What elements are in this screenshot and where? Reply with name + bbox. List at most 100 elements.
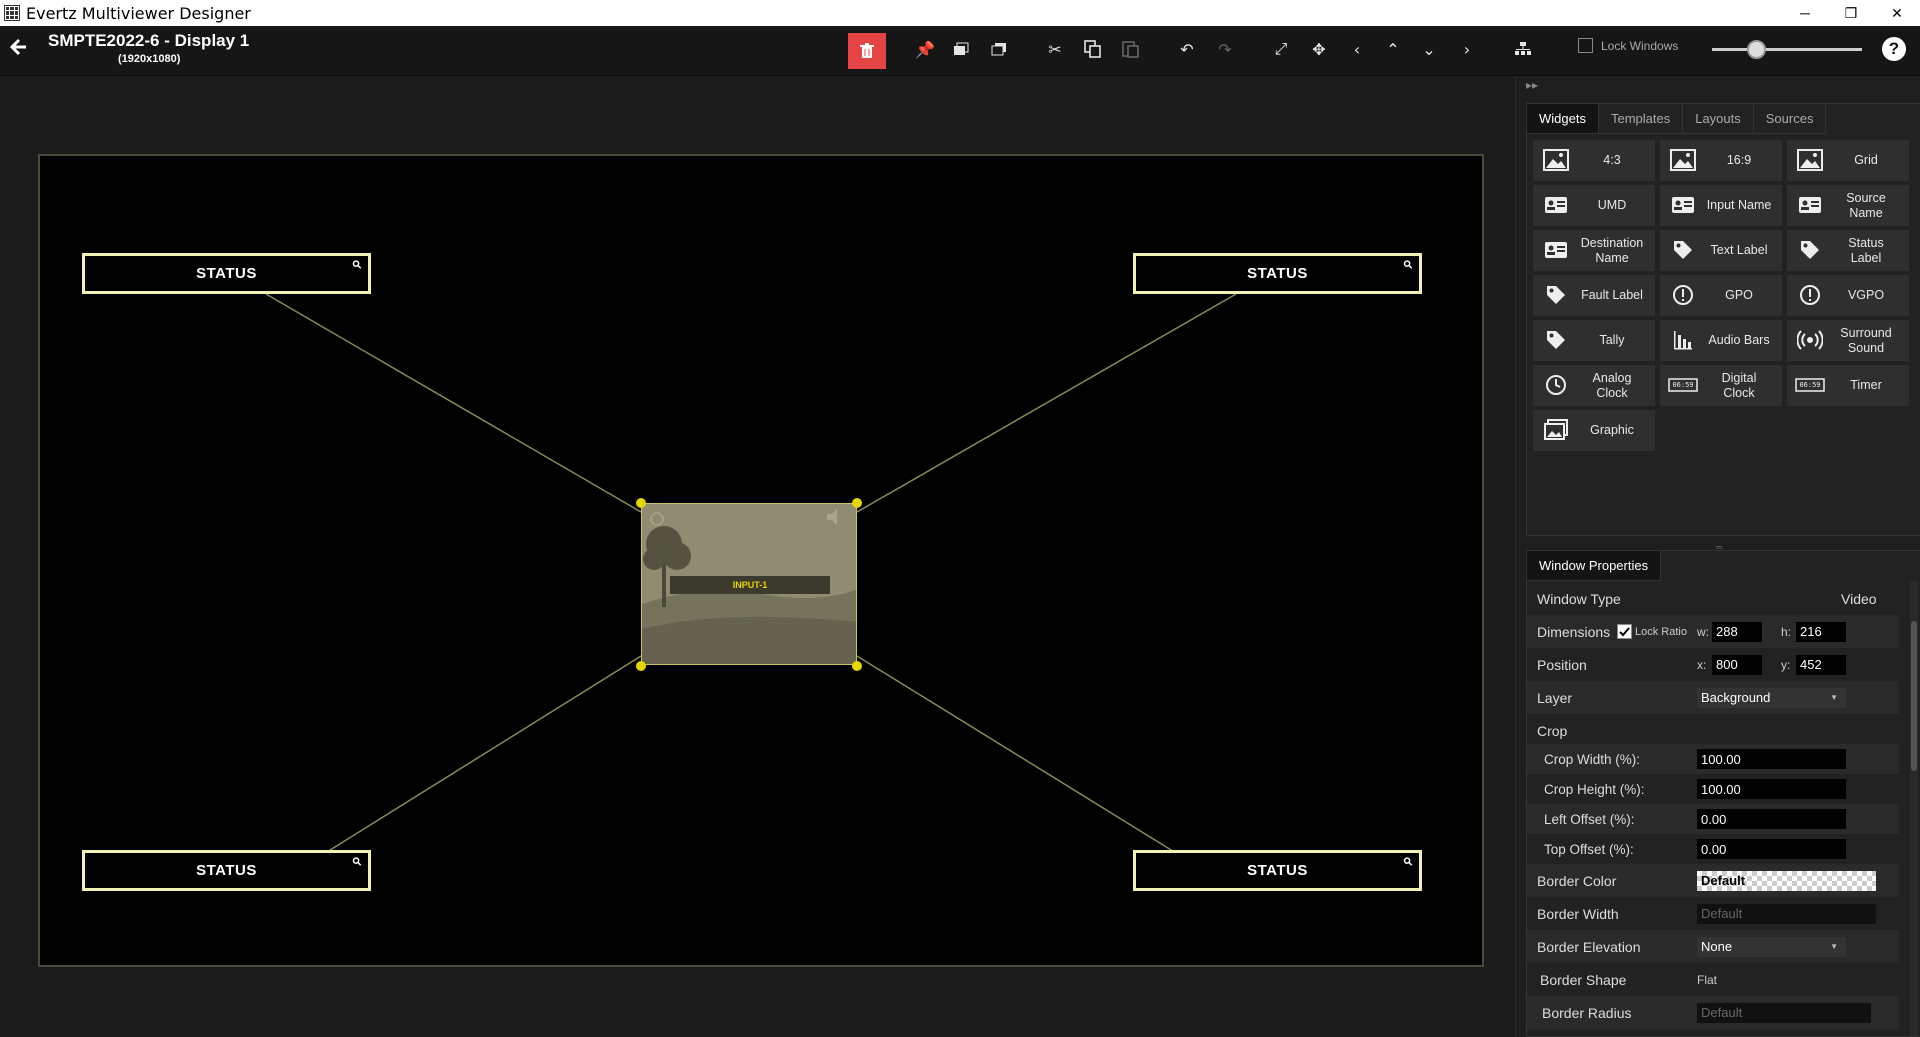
widget-tile-grid[interactable]: Grid [1787,140,1909,181]
border-radius-input[interactable]: Default [1697,1002,1871,1023]
bring-forward-button[interactable] [946,34,976,64]
undo-icon: ↶ [1180,39,1194,59]
collapse-panel-button[interactable]: ▸▸ [1526,78,1538,92]
maximize-button[interactable]: ❐ [1828,0,1874,26]
broadcast-icon [1795,328,1825,352]
widget-tile-status-label[interactable]: Status Label [1787,230,1909,271]
widget-tile-graphic[interactable]: Graphic [1533,410,1655,451]
display-canvas[interactable]: STATUS ⚲ STATUS ⚲ STATUS ⚲ STATUS ⚲ INPU… [38,154,1484,967]
back-button[interactable] [9,38,32,62]
y-label: y: [1781,657,1791,672]
position-row: Position x: 800 y: 452 [1527,648,1899,681]
widget-tile-text-label[interactable]: Text Label [1660,230,1782,271]
widget-tile-source-name[interactable]: Source Name [1787,185,1909,226]
status-widget-top-right[interactable]: STATUS ⚲ [1133,253,1422,294]
network-button[interactable] [1508,34,1538,64]
tab-templates[interactable]: Templates [1598,104,1684,134]
status-widget-top-left[interactable]: STATUS ⚲ [82,253,371,294]
digital-readout: 06:59 [1672,381,1694,389]
redo-button[interactable]: ↷ [1210,34,1240,64]
crop-width-label: Crop Width (%): [1544,751,1641,767]
y-input[interactable]: 452 [1796,654,1846,675]
widget-tile-gpo[interactable]: GPO [1660,275,1782,316]
border-color-picker[interactable]: Default [1697,870,1876,891]
minimize-button[interactable]: ─ [1782,0,1828,26]
id-card-icon [1668,193,1698,217]
resize-handle-top-left[interactable] [636,498,646,508]
tab-widgets[interactable]: Widgets [1527,104,1599,134]
dropdown-arrow-icon: ▼ [1830,942,1838,951]
nudge-left-button[interactable]: ‹ [1342,34,1372,64]
widget-tile-surround-sound[interactable]: Surround Sound [1787,320,1909,361]
crop-width-input[interactable]: 100.00 [1697,749,1846,769]
resize-handle-bottom-left[interactable] [636,661,646,671]
width-input[interactable]: 288 [1712,621,1762,642]
video-window-input-1[interactable]: INPUT-1 [641,503,857,665]
widget-tile-input-name[interactable]: Input Name [1660,185,1782,226]
widget-tile-label: Destination Name [1580,235,1644,265]
border-shape-label: Border Shape [1540,971,1627,988]
widget-tile-label: Source Name [1846,190,1886,220]
widget-tile-label: Grid [1854,153,1878,167]
nudge-right-button[interactable]: › [1452,34,1482,64]
left-offset-label: Left Offset (%): [1544,811,1635,827]
clock-icon [1541,373,1571,397]
widget-tile-destination-name[interactable]: Destination Name [1533,230,1655,271]
nudge-up-button[interactable]: ⌃ [1378,34,1408,64]
expand-button[interactable]: ⤢ [1266,34,1296,64]
send-backward-button[interactable] [984,34,1014,64]
status-widget-bottom-right[interactable]: STATUS ⚲ [1133,850,1422,891]
move-button[interactable]: ✥ [1304,34,1334,64]
zoom-slider[interactable] [1712,40,1862,59]
app-grid-icon [4,5,20,21]
tab-layouts[interactable]: Layouts [1683,104,1754,134]
widget-tile-43[interactable]: 4:3 [1533,140,1655,181]
tab-sources[interactable]: Sources [1753,104,1827,134]
bar-chart-icon [1668,328,1698,352]
border-color-row: Border Color Default [1527,864,1899,897]
widget-tile-analog-clock[interactable]: Analog Clock [1533,365,1655,406]
scrollbar-thumb[interactable] [1911,621,1917,771]
crop-height-input[interactable]: 100.00 [1697,779,1846,799]
top-offset-input[interactable]: 0.00 [1697,839,1846,859]
cut-button[interactable]: ✂ [1040,34,1070,64]
nudge-down-button[interactable]: ⌄ [1414,34,1444,64]
widget-tile-label: Status Label [1848,235,1884,265]
lock-windows-toggle[interactable]: Lock Windows [1578,38,1678,53]
expand-arrows-icon: ⤢ [1274,39,1288,58]
widget-tile-timer[interactable]: 06:59 Timer [1787,365,1909,406]
zoom-slider-thumb[interactable] [1747,40,1766,59]
lock-windows-checkbox[interactable] [1578,38,1593,53]
widget-tile-vgpo[interactable]: VGPO [1787,275,1909,316]
tab-window-properties[interactable]: Window Properties [1527,551,1662,581]
widget-tile-digital-clock[interactable]: 06:59 Digital Clock [1660,365,1782,406]
lock-ratio-checkbox[interactable] [1617,624,1632,639]
copy-button[interactable] [1078,34,1108,64]
properties-scrollbar[interactable] [1910,581,1918,1036]
border-width-input[interactable]: Default [1697,903,1876,924]
x-input[interactable]: 800 [1712,654,1762,675]
left-offset-input[interactable]: 0.00 [1697,809,1846,829]
id-card-icon [1795,193,1825,217]
layer-select[interactable]: Background ▼ [1697,687,1846,708]
top-offset-row: Top Offset (%): 0.00 [1527,834,1899,864]
widget-tile-169[interactable]: 16:9 [1660,140,1782,181]
widget-tile-tally[interactable]: Tally [1533,320,1655,361]
widget-tile-fault-label[interactable]: Fault Label [1533,275,1655,316]
widget-tile-umd[interactable]: UMD [1533,185,1655,226]
height-input[interactable]: 216 [1796,621,1846,642]
status-widget-bottom-left[interactable]: STATUS ⚲ [82,850,371,891]
delete-button[interactable] [848,33,886,69]
widget-tile-audio-bars[interactable]: Audio Bars [1660,320,1782,361]
help-button[interactable]: ? [1882,37,1906,61]
resize-handle-top-right[interactable] [852,498,862,508]
pin-button[interactable]: 📌 [910,34,940,64]
app-root: Evertz Multiviewer Designer ─ ❐ ✕ SMPTE2… [0,0,1920,1037]
graphic-icon [1541,418,1571,442]
undo-button[interactable]: ↶ [1172,34,1202,64]
resize-handle-bottom-right[interactable] [852,661,862,671]
close-window-button[interactable]: ✕ [1874,0,1920,26]
border-elevation-select[interactable]: None ▼ [1697,936,1846,957]
display-resolution: (1920x1080) [118,53,181,65]
paste-button[interactable] [1116,34,1146,64]
